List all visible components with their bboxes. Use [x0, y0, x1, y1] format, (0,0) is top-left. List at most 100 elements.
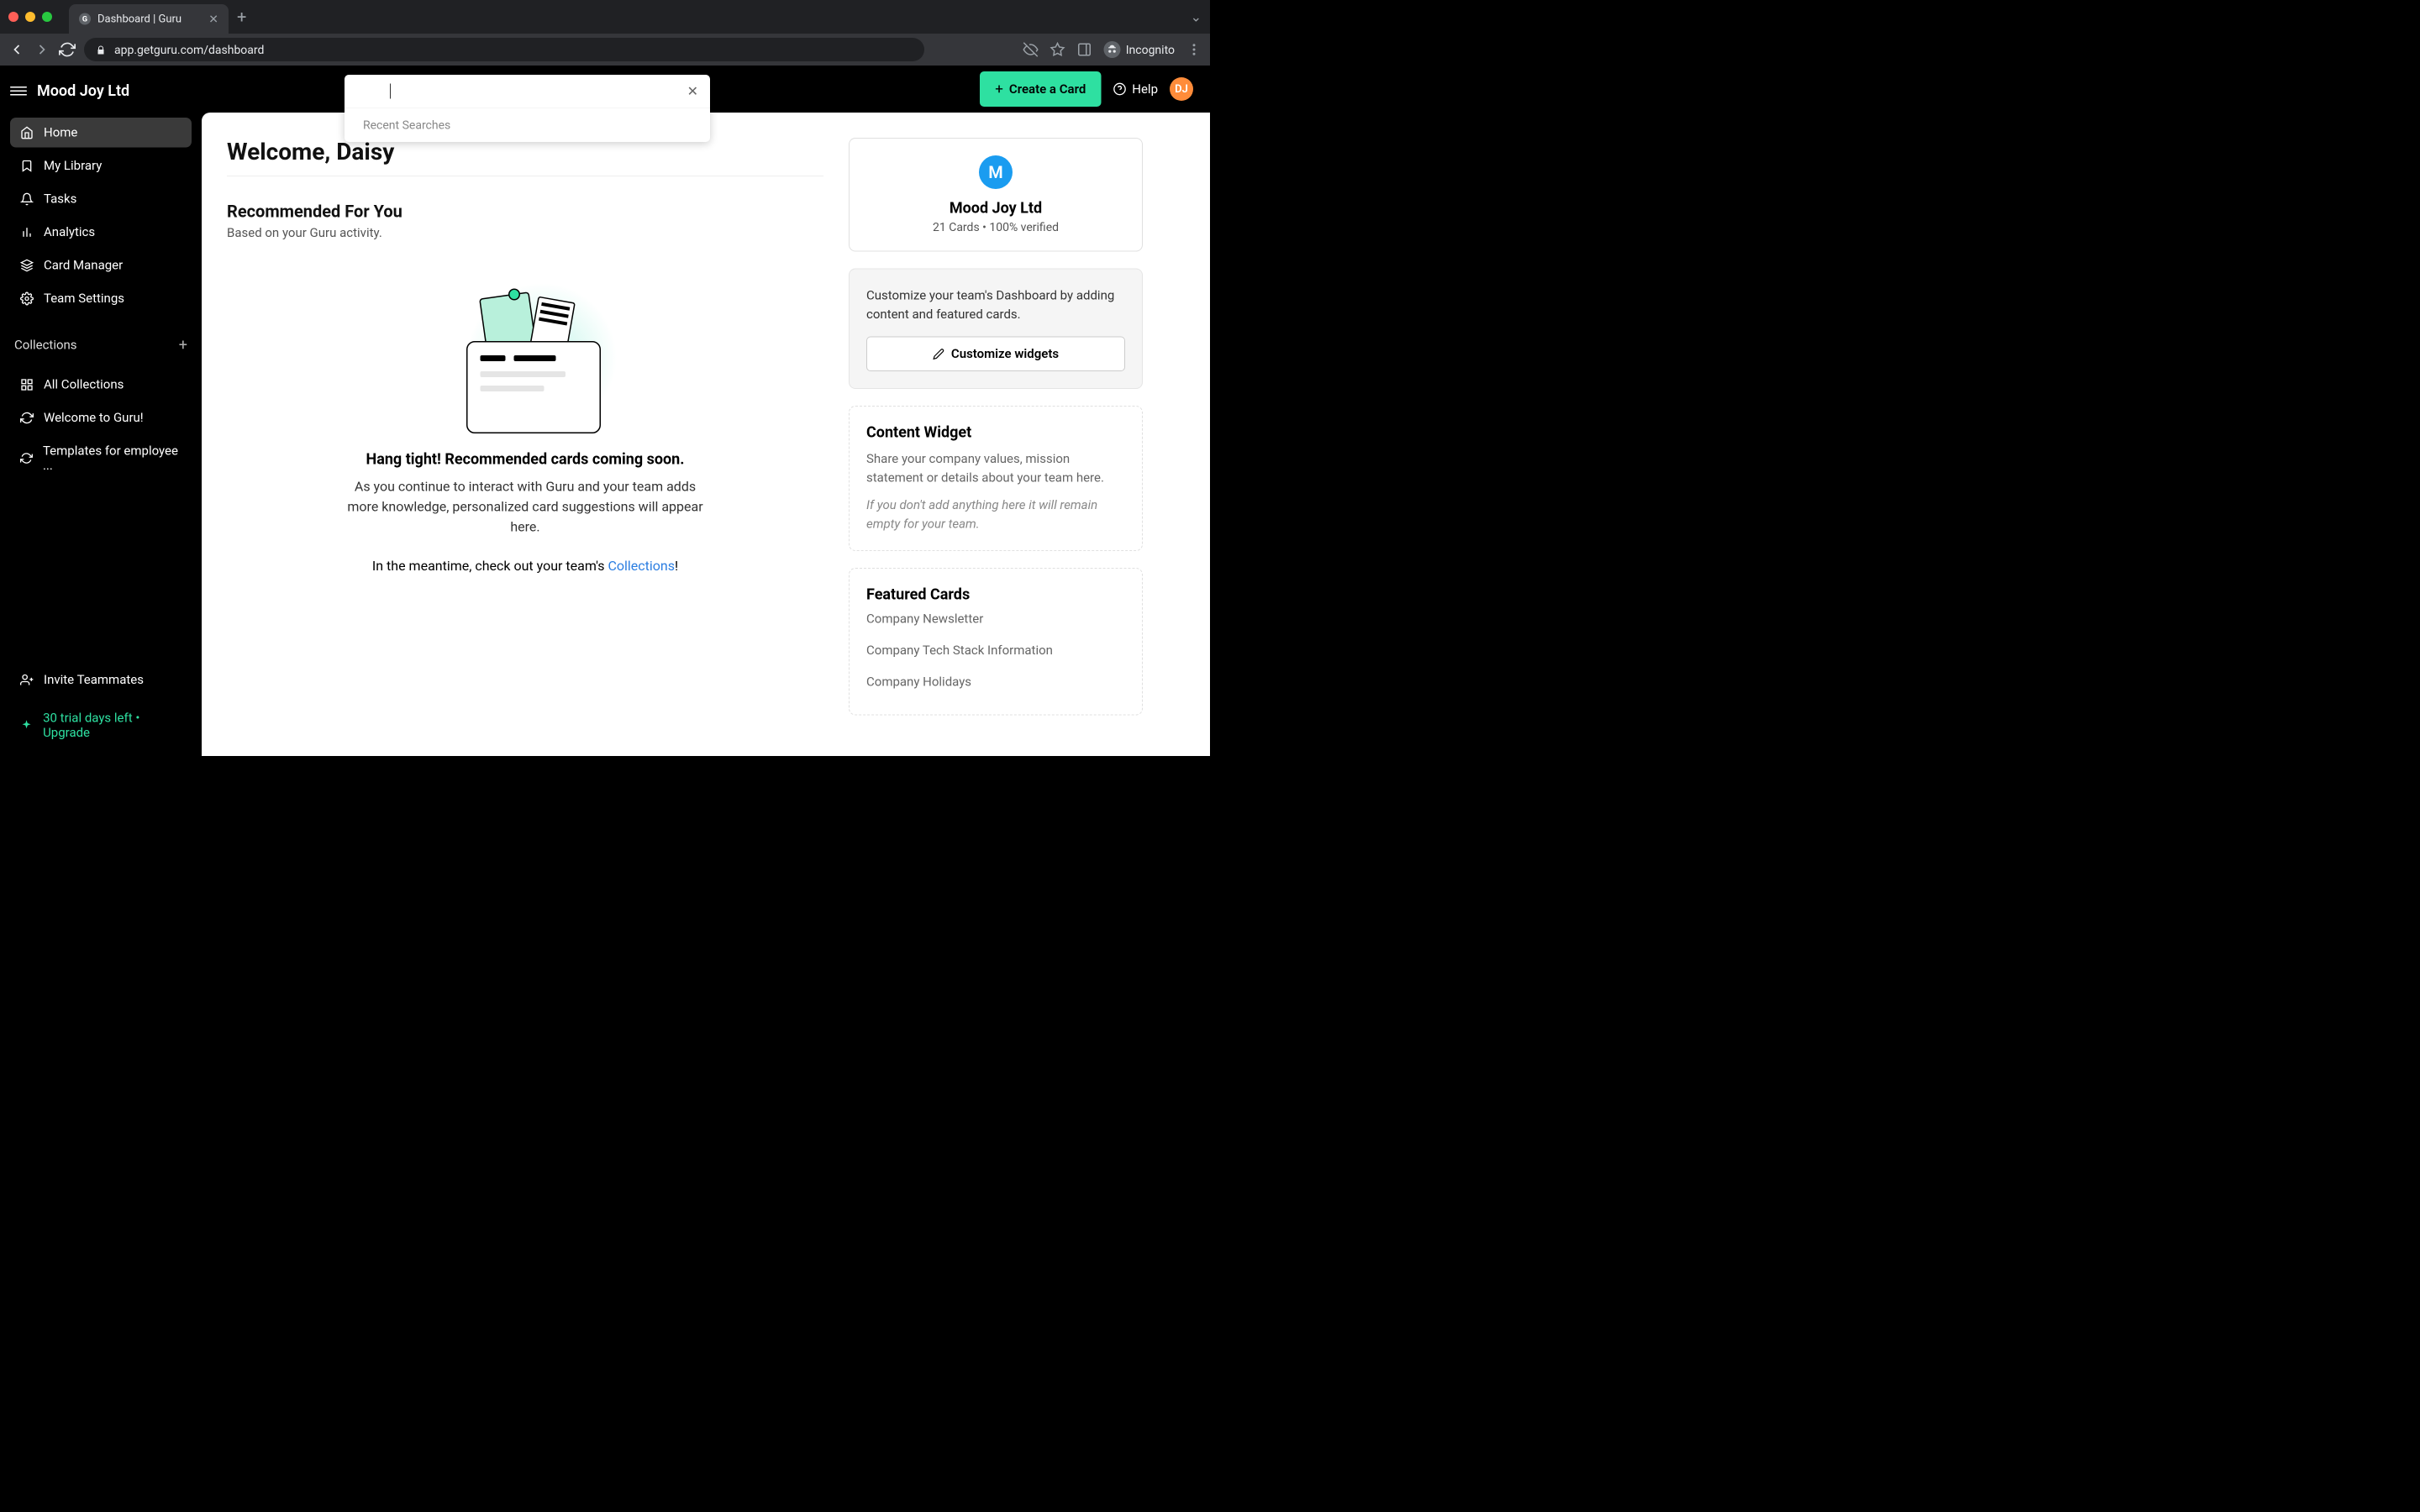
collections-link[interactable]: Collections — [608, 558, 675, 574]
eye-off-icon[interactable] — [1023, 42, 1039, 57]
url-text: app.getguru.com/dashboard — [114, 43, 264, 57]
grid-icon — [20, 378, 34, 391]
browser-tab[interactable]: G Dashboard | Guru ✕ — [69, 4, 229, 34]
customize-widgets-button[interactable]: Customize widgets — [866, 337, 1125, 372]
search-input[interactable] — [391, 86, 687, 97]
url-field[interactable]: app.getguru.com/dashboard — [84, 38, 924, 61]
panel-icon[interactable] — [1077, 42, 1092, 57]
trial-label: 30 trial days left • Upgrade — [43, 711, 182, 740]
maximize-window-button[interactable] — [42, 12, 52, 22]
sidebar-item-library[interactable]: My Library — [10, 151, 192, 181]
sidebar-item-label: All Collections — [44, 377, 124, 392]
sidebar-item-label: Tasks — [44, 192, 76, 207]
recommended-title: Recommended For You — [227, 202, 823, 222]
content-widget-desc: Share your company values, mission state… — [866, 449, 1125, 487]
sidebar-item-label: Analytics — [44, 225, 95, 240]
search-field-row: ✕ — [345, 75, 710, 108]
sidebar-item-label: Card Manager — [44, 258, 123, 273]
star-icon[interactable] — [1050, 42, 1065, 57]
close-window-button[interactable] — [8, 12, 18, 22]
layers-icon — [20, 259, 34, 272]
sidebar-item-all-collections[interactable]: All Collections — [10, 370, 192, 400]
featured-cards-panel[interactable]: Featured Cards Company Newsletter Compan… — [849, 568, 1143, 716]
collections-list: All Collections Welcome to Guru! Templat… — [10, 370, 192, 480]
forward-button[interactable] — [34, 41, 50, 58]
sidebar-item-analytics[interactable]: Analytics — [10, 218, 192, 248]
empty-state-desc: As you continue to interact with Guru an… — [345, 476, 706, 537]
team-badge: M — [979, 155, 1013, 189]
browser-tab-bar: G Dashboard | Guru ✕ + ⌄ — [0, 0, 1210, 34]
right-panel: M Mood Joy Ltd 21 Cards • 100% verified … — [849, 138, 1143, 731]
content-widget-note: If you don't add anything here it will r… — [866, 496, 1125, 533]
lock-icon — [96, 45, 106, 55]
content-widget-panel[interactable]: Content Widget Share your company values… — [849, 406, 1143, 551]
customize-btn-label: Customize widgets — [951, 347, 1059, 362]
window-controls — [8, 12, 52, 22]
user-plus-icon — [20, 673, 34, 686]
sidebar-item-tasks[interactable]: Tasks — [10, 184, 192, 214]
refresh-icon — [20, 411, 34, 424]
bar-chart-icon — [20, 225, 34, 239]
sidebar-item-label: Templates for employee ... — [43, 444, 182, 473]
new-tab-button[interactable]: + — [237, 7, 246, 27]
plus-icon: + — [995, 81, 1003, 97]
sidebar-item-team-settings[interactable]: Team Settings — [10, 284, 192, 314]
featured-card-item[interactable]: Company Holidays — [866, 666, 1125, 698]
refresh-icon — [20, 452, 33, 465]
bell-icon — [20, 192, 34, 206]
featured-card-item[interactable]: Company Tech Stack Information — [866, 635, 1125, 667]
featured-cards-title: Featured Cards — [866, 585, 1125, 603]
empty-state-link-line: In the meantime, check out your team's C… — [227, 558, 823, 574]
main-area: + Create a Card Help DJ Welcome, Daisy R… — [202, 66, 1210, 756]
help-button[interactable]: Help — [1113, 81, 1158, 97]
reload-button[interactable] — [59, 41, 76, 58]
incognito-indicator[interactable]: Incognito — [1104, 41, 1175, 58]
sparkle-icon — [20, 719, 33, 732]
sidebar-item-label: My Library — [44, 159, 102, 174]
empty-state-title: Hang tight! Recommended cards coming soo… — [227, 450, 823, 468]
kebab-menu-icon[interactable] — [1186, 42, 1202, 57]
sidebar-item-label: Welcome to Guru! — [44, 411, 144, 426]
incognito-label: Incognito — [1126, 43, 1175, 57]
invite-label: Invite Teammates — [44, 673, 144, 688]
recent-searches-label: Recent Searches — [345, 108, 710, 143]
hamburger-menu-icon[interactable] — [10, 82, 27, 99]
empty-state-illustration — [433, 265, 618, 433]
sidebar-header: Mood Joy Ltd — [10, 74, 192, 108]
customize-panel: Customize your team's Dashboard by addin… — [849, 269, 1143, 390]
sidebar-item-label: Home — [44, 125, 77, 140]
close-tab-icon[interactable]: ✕ — [208, 12, 218, 26]
trial-upgrade-link[interactable]: 30 trial days left • Upgrade — [10, 703, 192, 748]
user-avatar[interactable]: DJ — [1170, 77, 1193, 101]
welcome-heading: Welcome, Daisy — [227, 138, 823, 176]
add-collection-icon[interactable]: + — [179, 336, 187, 354]
browser-toolbar-right: Incognito — [1023, 41, 1202, 58]
bookmark-icon — [20, 159, 34, 172]
sidebar-item-welcome-guru[interactable]: Welcome to Guru! — [10, 403, 192, 433]
main-content: Welcome, Daisy Recommended For You Based… — [227, 138, 823, 731]
browser-address-bar: app.getguru.com/dashboard Incognito — [0, 34, 1210, 66]
minimize-window-button[interactable] — [25, 12, 35, 22]
sidebar-item-card-manager[interactable]: Card Manager — [10, 250, 192, 281]
recommended-subtitle: Based on your Guru activity. — [227, 226, 823, 241]
back-button[interactable] — [8, 41, 25, 58]
close-search-icon[interactable]: ✕ — [687, 83, 698, 99]
collections-header-label: Collections — [14, 338, 77, 353]
featured-card-item[interactable]: Company Newsletter — [866, 603, 1125, 635]
sidebar-item-templates[interactable]: Templates for employee ... — [10, 436, 192, 480]
customize-desc: Customize your team's Dashboard by addin… — [866, 286, 1125, 324]
team-stats: 21 Cards • 100% verified — [866, 220, 1125, 234]
incognito-icon — [1104, 41, 1121, 58]
sidebar-nav: Home My Library Tasks Analytics Card Man… — [10, 118, 192, 313]
create-card-button[interactable]: + Create a Card — [980, 71, 1101, 107]
tab-overflow-icon[interactable]: ⌄ — [1191, 9, 1202, 25]
home-icon — [20, 126, 34, 139]
sidebar-item-label: Team Settings — [44, 291, 124, 307]
org-name: Mood Joy Ltd — [37, 82, 129, 100]
question-icon — [1113, 82, 1126, 96]
sidebar-item-home[interactable]: Home — [10, 118, 192, 148]
create-card-label: Create a Card — [1009, 81, 1086, 97]
invite-teammates-button[interactable]: Invite Teammates — [10, 665, 192, 696]
collections-header: Collections + — [10, 330, 192, 360]
gear-icon — [20, 291, 34, 305]
